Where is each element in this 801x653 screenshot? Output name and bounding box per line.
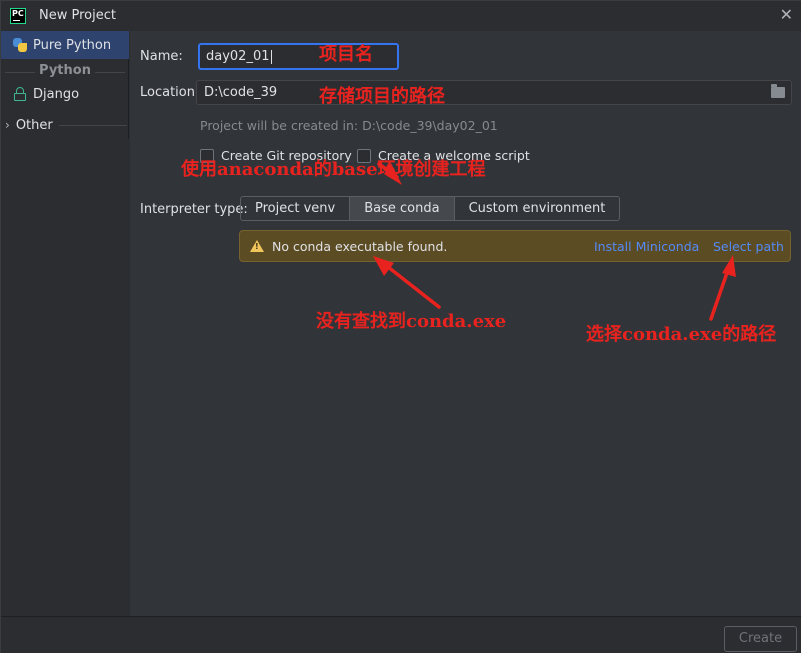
new-project-dialog: PC New Project ✕ Pure Python Python Djan…: [0, 0, 801, 653]
tab-project-venv[interactable]: Project venv: [241, 197, 351, 220]
create-button[interactable]: Create: [724, 626, 797, 652]
annotation-base-env: 使用anaconda的base环境创建工程: [181, 159, 486, 180]
project-type-sidebar: Pure Python Python Django › Other: [1, 31, 129, 616]
warning-icon: [250, 240, 264, 252]
sidebar-item-django[interactable]: Django: [1, 80, 129, 108]
folder-icon[interactable]: [771, 84, 785, 98]
chevron-right-icon: ›: [5, 118, 10, 132]
app-icon-text: PC: [12, 9, 24, 18]
name-label: Name:: [140, 49, 183, 64]
warning-text: No conda executable found.: [272, 239, 448, 254]
location-input[interactable]: D:\code_39: [196, 80, 792, 105]
python-icon: [13, 38, 27, 52]
sidebar-item-label: Pure Python: [33, 37, 112, 53]
sidebar-group-other[interactable]: › Other: [1, 114, 129, 136]
interpreter-type-label: Interpreter type:: [140, 202, 248, 217]
sidebar-group-python: Python: [1, 63, 129, 81]
conda-warning-banner: No conda executable found. Install Minic…: [239, 230, 791, 262]
pycharm-logo-icon: PC: [10, 8, 26, 24]
window-title: New Project: [39, 8, 116, 23]
sidebar-item-label: Django: [33, 86, 80, 102]
annotation-select-path: 选择conda.exe的路径: [586, 324, 777, 345]
lock-icon: [13, 87, 27, 101]
title-bar: PC New Project ✕: [1, 1, 801, 31]
close-icon[interactable]: ✕: [780, 6, 793, 24]
install-miniconda-link[interactable]: Install Miniconda: [594, 239, 699, 254]
annotation-not-found: 没有查找到conda.exe: [316, 311, 507, 332]
dialog-footer: Create: [1, 616, 801, 653]
divider: [58, 124, 127, 126]
sidebar-empty-area: [1, 139, 129, 616]
tab-custom-environment[interactable]: Custom environment: [455, 197, 620, 220]
tab-base-conda[interactable]: Base conda: [350, 197, 455, 220]
select-path-link[interactable]: Select path: [713, 239, 784, 254]
project-path-hint: Project will be created in: D:\code_39\d…: [200, 118, 498, 133]
annotation-location: 存储项目的路径: [319, 86, 445, 107]
project-name-value: day02_01: [206, 49, 270, 64]
sidebar-other-label: Other: [15, 117, 53, 133]
annotation-name: 项目名: [319, 44, 373, 65]
location-label: Location:: [140, 85, 200, 100]
location-value: D:\code_39: [204, 85, 278, 100]
sidebar-item-pure-python[interactable]: Pure Python: [1, 31, 129, 59]
interpreter-type-selector: Project venv Base conda Custom environme…: [240, 196, 621, 221]
